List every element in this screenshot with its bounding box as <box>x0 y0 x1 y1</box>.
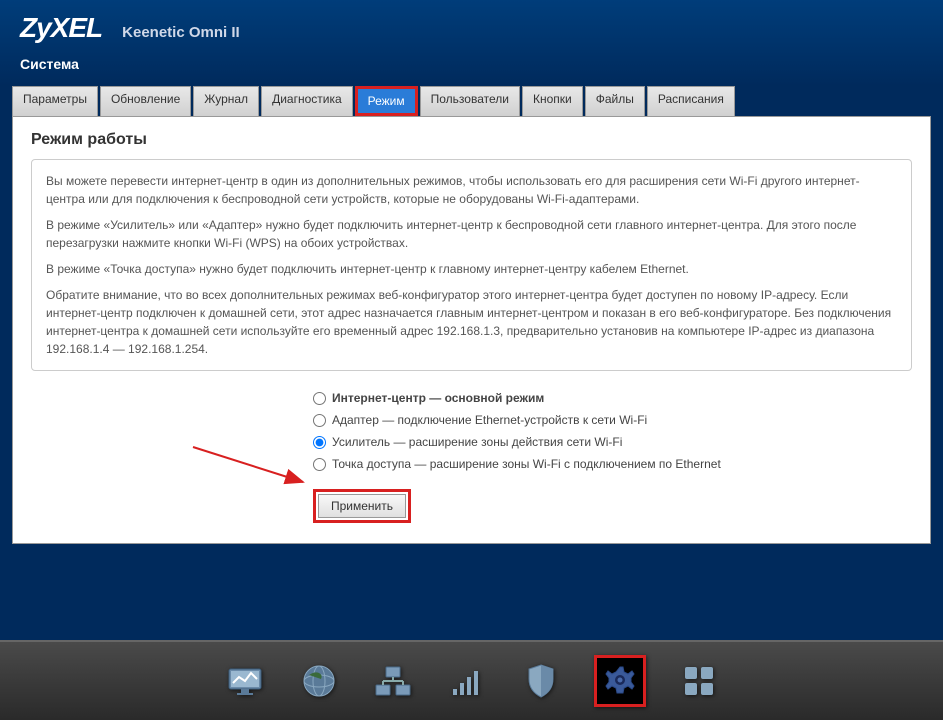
header: ZyXEL Keenetic Omni II Система <box>0 0 943 86</box>
mode-label-adapter: Адаптер — подключение Ethernet-устройств… <box>332 413 647 427</box>
tab-parameters[interactable]: Параметры <box>12 86 98 116</box>
tab-update[interactable]: Обновление <box>100 86 191 116</box>
arrow-annotation <box>188 442 318 492</box>
content: Режим работы Вы можете перевести интерне… <box>12 116 931 544</box>
modes: Интернет-центр — основной режим Адаптер … <box>13 387 930 543</box>
mode-row-main: Интернет-центр — основной режим <box>313 387 912 409</box>
header-top: ZyXEL Keenetic Omni II <box>20 12 923 44</box>
bottom-bar <box>0 640 943 720</box>
wifi-icon[interactable] <box>446 660 488 702</box>
tab-buttons[interactable]: Кнопки <box>522 86 583 116</box>
radio-ap[interactable] <box>313 458 326 471</box>
section-title: Система <box>20 56 923 72</box>
globe-icon[interactable] <box>298 660 340 702</box>
radio-main[interactable] <box>313 392 326 405</box>
shield-icon[interactable] <box>520 660 562 702</box>
tab-log[interactable]: Журнал <box>193 86 259 116</box>
mode-row-ap: Точка доступа — расширение зоны Wi-Fi с … <box>313 453 912 475</box>
info-p4: Обратите внимание, что во всех дополните… <box>46 286 897 358</box>
info-box: Вы можете перевести интернет-центр в оди… <box>31 159 912 371</box>
mode-row-adapter: Адаптер — подключение Ethernet-устройств… <box>313 409 912 431</box>
model-name: Keenetic Omni II <box>122 24 240 41</box>
mode-label-repeater: Усилитель — расширение зоны действия сет… <box>332 435 622 449</box>
apply-wrapper: Применить <box>313 489 912 523</box>
gear-icon[interactable] <box>594 655 646 707</box>
tab-users[interactable]: Пользователи <box>420 86 520 116</box>
logo: ZyXEL <box>20 12 102 44</box>
tab-files[interactable]: Файлы <box>585 86 645 116</box>
tabs: Параметры Обновление Журнал Диагностика … <box>0 86 943 116</box>
monitor-icon[interactable] <box>224 660 266 702</box>
info-p1: Вы можете перевести интернет-центр в оди… <box>46 172 897 208</box>
network-icon[interactable] <box>372 660 414 702</box>
info-p2: В режиме «Усилитель» или «Адаптер» нужно… <box>46 216 897 252</box>
mode-row-repeater: Усилитель — расширение зоны действия сет… <box>313 431 912 453</box>
apply-highlight: Применить <box>313 489 411 523</box>
mode-label-ap: Точка доступа — расширение зоны Wi-Fi с … <box>332 457 721 471</box>
radio-adapter[interactable] <box>313 414 326 427</box>
info-p3: В режиме «Точка доступа» нужно будет под… <box>46 260 897 278</box>
apps-icon[interactable] <box>678 660 720 702</box>
tab-schedules[interactable]: Расписания <box>647 86 735 116</box>
radio-repeater[interactable] <box>313 436 326 449</box>
page-heading: Режим работы <box>13 117 930 159</box>
tab-mode[interactable]: Режим <box>355 86 418 116</box>
mode-label-main: Интернет-центр — основной режим <box>332 391 544 405</box>
apply-button[interactable]: Применить <box>318 494 406 518</box>
tab-diagnostics[interactable]: Диагностика <box>261 86 353 116</box>
